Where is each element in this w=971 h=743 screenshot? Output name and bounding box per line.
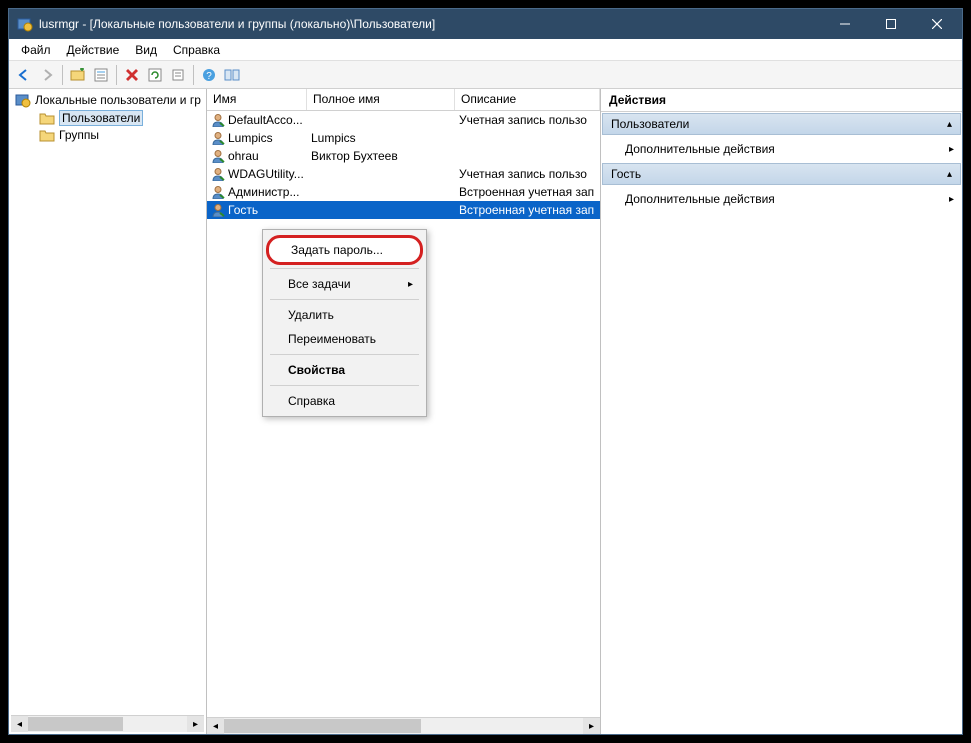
table-row[interactable]: LumpicsLumpics xyxy=(207,129,600,147)
actions-more-guest-label: Дополнительные действия xyxy=(625,192,775,206)
ctx-help[interactable]: Справка xyxy=(266,389,423,413)
context-menu: Задать пароль... Все задачи ▸ Удалить Пе… xyxy=(262,229,427,417)
cell-description: Встроенная учетная зап xyxy=(455,185,600,199)
actions-more-guest[interactable]: Дополнительные действия ▸ xyxy=(601,186,962,212)
ctx-rename[interactable]: Переименовать xyxy=(266,327,423,351)
cell-name: WDAGUtility... xyxy=(207,167,307,181)
tree-root-label: Локальные пользователи и гр xyxy=(35,93,201,107)
menu-view[interactable]: Вид xyxy=(127,41,165,59)
window-title: lusrmgr - [Локальные пользователи и груп… xyxy=(39,17,822,31)
ctx-properties-label: Свойства xyxy=(288,363,345,377)
close-button[interactable] xyxy=(914,9,960,39)
ctx-delete-label: Удалить xyxy=(288,308,334,322)
forward-button[interactable] xyxy=(36,64,58,86)
list-body: DefaultAcco...Учетная запись пользоLumpi… xyxy=(207,111,600,717)
new-folder-button[interactable] xyxy=(67,64,89,86)
cell-name: DefaultAcco... xyxy=(207,113,307,127)
ctx-all-tasks[interactable]: Все задачи ▸ xyxy=(266,272,423,296)
tree-users[interactable]: Пользователи xyxy=(11,109,204,127)
actions-title: Действия xyxy=(601,89,962,112)
folder-icon xyxy=(39,111,55,125)
column-name[interactable]: Имя xyxy=(207,89,307,110)
list-pane: Имя Полное имя Описание DefaultAcco... Уч… xyxy=(207,89,601,734)
chevron-up-icon: ▴ xyxy=(947,169,952,180)
delete-button[interactable] xyxy=(121,64,143,86)
table-row[interactable]: DefaultAcco... Учетная запись пользо xyxy=(207,111,600,129)
minimize-button[interactable] xyxy=(822,9,868,39)
ctx-rename-label: Переименовать xyxy=(288,332,376,346)
list-header: Имя Полное имя Описание xyxy=(207,89,600,111)
cell-name: Гость xyxy=(207,203,307,217)
ctx-all-tasks-label: Все задачи xyxy=(288,277,351,291)
chevron-right-icon: ▸ xyxy=(408,279,413,290)
svg-text:?: ? xyxy=(206,71,212,82)
table-row[interactable]: Гость Встроенная учетная зап xyxy=(207,201,600,219)
table-row[interactable]: ohrauВиктор Бухтеев xyxy=(207,147,600,165)
actions-group-guest[interactable]: Гость ▴ xyxy=(602,163,961,185)
tree-groups[interactable]: Группы xyxy=(11,127,204,143)
cell-description: Встроенная учетная зап xyxy=(455,203,600,217)
ctx-delete[interactable]: Удалить xyxy=(266,303,423,327)
ctx-properties[interactable]: Свойства xyxy=(266,358,423,382)
ctx-separator xyxy=(270,268,419,269)
ctx-separator xyxy=(270,354,419,355)
ctx-help-label: Справка xyxy=(288,394,335,408)
chevron-up-icon: ▴ xyxy=(947,119,952,130)
back-button[interactable] xyxy=(13,64,35,86)
cell-description: Учетная запись пользо xyxy=(455,167,600,181)
actions-more-users-label: Дополнительные действия xyxy=(625,142,775,156)
workspace: Локальные пользователи и гр Пользователи… xyxy=(9,89,962,734)
tree-pane: Локальные пользователи и гр Пользователи… xyxy=(9,89,207,734)
menubar: Файл Действие Вид Справка xyxy=(9,39,962,61)
tree-users-label: Пользователи xyxy=(59,110,143,126)
chevron-right-icon: ▸ xyxy=(949,144,954,155)
cell-fullname: Lumpics xyxy=(307,131,455,145)
column-fullname[interactable]: Полное имя xyxy=(307,89,455,110)
actions-group-users[interactable]: Пользователи ▴ xyxy=(602,113,961,135)
properties-button[interactable] xyxy=(90,64,112,86)
column-description[interactable]: Описание xyxy=(455,89,600,110)
mmc-window: lusrmgr - [Локальные пользователи и груп… xyxy=(8,8,963,735)
tree-groups-label: Группы xyxy=(59,128,99,142)
table-row[interactable]: Администр... Встроенная учетная зап xyxy=(207,183,600,201)
users-groups-icon xyxy=(15,92,31,108)
ctx-separator xyxy=(270,385,419,386)
titlebar[interactable]: lusrmgr - [Локальные пользователи и груп… xyxy=(9,9,962,39)
cell-name: Lumpics xyxy=(207,131,307,145)
tree-root[interactable]: Локальные пользователи и гр xyxy=(11,91,204,109)
app-icon xyxy=(17,16,33,32)
cell-name: Администр... xyxy=(207,185,307,199)
cell-description: Учетная запись пользо xyxy=(455,113,600,127)
help-button[interactable]: ? xyxy=(198,64,220,86)
chevron-right-icon: ▸ xyxy=(949,194,954,205)
ctx-set-password-label: Задать пароль... xyxy=(291,243,383,257)
ctx-set-password[interactable]: Задать пароль... xyxy=(266,235,423,265)
menu-help[interactable]: Справка xyxy=(165,41,228,59)
cell-name: ohrau xyxy=(207,149,307,163)
export-button[interactable] xyxy=(167,64,189,86)
table-row[interactable]: WDAGUtility... Учетная запись пользо xyxy=(207,165,600,183)
actions-more-users[interactable]: Дополнительные действия ▸ xyxy=(601,136,962,162)
show-hide-button[interactable] xyxy=(221,64,243,86)
refresh-button[interactable] xyxy=(144,64,166,86)
actions-group-users-label: Пользователи xyxy=(611,117,689,131)
maximize-button[interactable] xyxy=(868,9,914,39)
actions-pane: Действия Пользователи ▴ Дополнительные д… xyxy=(601,89,962,734)
actions-group-guest-label: Гость xyxy=(611,167,641,181)
toolbar: ? xyxy=(9,61,962,89)
list-scrollbar[interactable]: ◂ ▸ xyxy=(207,717,600,734)
cell-fullname: Виктор Бухтеев xyxy=(307,149,455,163)
menu-file[interactable]: Файл xyxy=(13,41,59,59)
tree-scrollbar[interactable]: ◂ ▸ xyxy=(11,715,204,732)
folder-icon xyxy=(39,128,55,142)
menu-action[interactable]: Действие xyxy=(59,41,128,59)
ctx-separator xyxy=(270,299,419,300)
